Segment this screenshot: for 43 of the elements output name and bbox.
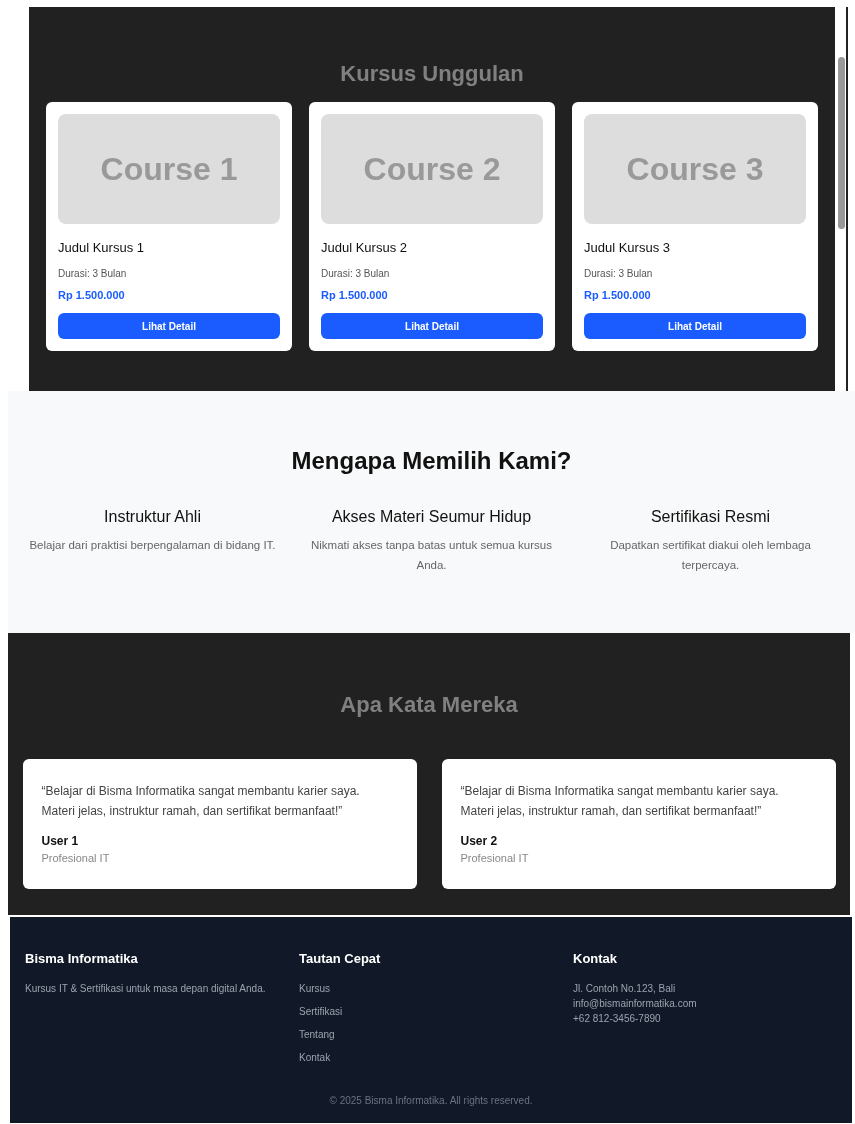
contact-line: +62 812-3456-7890: [573, 1011, 662, 1026]
footer-link[interactable]: Kontak: [299, 1049, 331, 1065]
course-price: Rp 1.500.000: [321, 287, 389, 303]
course-price: Rp 1.500.000: [584, 287, 652, 303]
scrollbar[interactable]: [837, 7, 848, 391]
course-duration: Durasi: 3 Bulan: [584, 266, 654, 281]
copyright-text: © 2025 Bisma Informatika. All rights reserved.: [329, 1093, 533, 1108]
section-title: Mengapa Memilih Kami?: [291, 446, 572, 476]
detail-button[interactable]: Lihat Detail: [584, 313, 806, 339]
testimonial-quote: “Belajar di Bisma Informatika sangat membantu karier saya. Materi jelas, instruktur ramah, dan sertifikat bermanfaat!”: [41, 783, 361, 820]
contact-line: info@bismainformatika.com: [573, 996, 698, 1011]
feature-text: Dapatkan sertifikat diakui oleh lembaga terpercaya.: [609, 538, 812, 573]
feature-text: Nikmati akses tanpa batas untuk semua kursus Anda.: [310, 538, 553, 573]
feature-text: Belajar dari praktisi berpengalaman di bidang IT.: [28, 538, 277, 553]
detail-button[interactable]: Lihat Detail: [58, 313, 280, 339]
contact-line: Jl. Contoh No.123, Bali: [573, 981, 677, 996]
footer-heading: Bisma Informatika: [25, 950, 139, 968]
placeholder-label: Course 2: [363, 150, 501, 190]
placeholder-label: Course 1: [100, 150, 238, 190]
footer-text: Kursus IT & Sertifikasi untuk masa depan digital Anda.: [25, 981, 267, 996]
course-title: Judul Kursus 2: [321, 239, 408, 258]
footer-heading: Tautan Cepat: [299, 950, 382, 968]
footer-link[interactable]: Kursus: [299, 980, 331, 996]
footer-heading: Kontak: [573, 950, 619, 968]
course-title: Judul Kursus 3: [584, 239, 671, 258]
course-duration: Durasi: 3 Bulan: [321, 266, 391, 281]
testimonial-name: User 2: [460, 833, 499, 850]
feature-title: Sertifikasi Resmi: [650, 507, 771, 527]
detail-button[interactable]: Lihat Detail: [321, 313, 543, 339]
section-title: Kursus Unggulan: [340, 60, 524, 88]
footer-link[interactable]: Sertifikasi: [299, 1003, 343, 1019]
testimonial-role: Profesional IT: [41, 851, 111, 866]
testimonial-name: User 1: [41, 833, 80, 850]
feature-title: Akses Materi Seumur Hidup: [331, 507, 532, 527]
footer-link[interactable]: Tentang: [299, 1026, 335, 1042]
testimonial-quote: “Belajar di Bisma Informatika sangat membantu karier saya. Materi jelas, instruktur ramah, dan sertifikat bermanfaat!”: [460, 783, 780, 820]
course-duration: Durasi: 3 Bulan: [58, 266, 128, 281]
testimonial-role: Profesional IT: [460, 851, 530, 866]
placeholder-label: Course 3: [626, 150, 764, 190]
section-title: Apa Kata Mereka: [340, 691, 518, 719]
feature-title: Instruktur Ahli: [104, 507, 201, 527]
course-price: Rp 1.500.000: [58, 287, 126, 303]
course-title: Judul Kursus 1: [58, 239, 145, 258]
